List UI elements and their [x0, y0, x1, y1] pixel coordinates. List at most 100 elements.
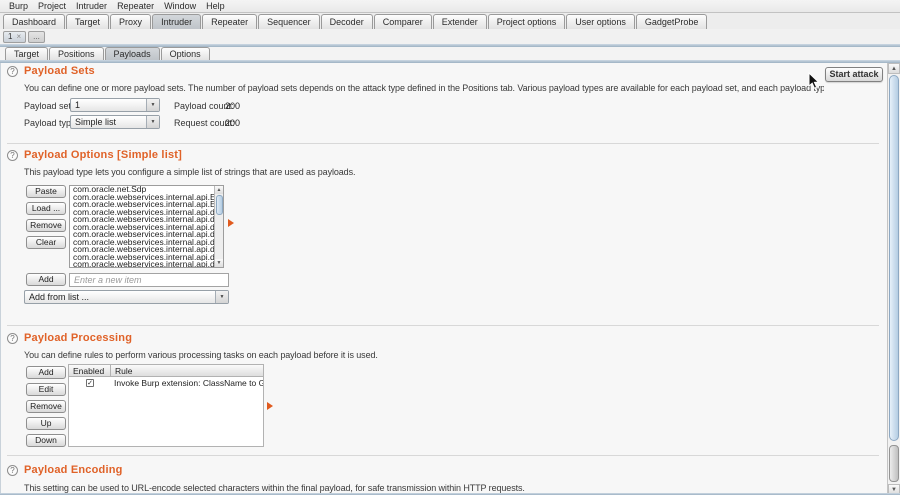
- payload-options-description: This payload type lets you configure a s…: [24, 167, 355, 177]
- list-item[interactable]: com.oracle.webservices.internal.api.data…: [70, 231, 214, 239]
- list-item[interactable]: com.oracle.webservices.internal.api.data…: [70, 209, 214, 217]
- section-divider: [7, 455, 879, 456]
- attack-tab-more-label: ...: [33, 32, 40, 41]
- tab-intruder-target[interactable]: Target: [5, 47, 48, 60]
- column-rule[interactable]: Rule: [111, 365, 132, 376]
- payload-set-select[interactable]: 1 ▼: [70, 98, 160, 112]
- attack-tab-1[interactable]: 1 ×: [3, 31, 26, 43]
- payload-sets-description: You can define one or more payload sets.…: [24, 83, 824, 93]
- tab-intruder-payloads[interactable]: Payloads: [105, 47, 160, 60]
- attack-tab-label: 1: [8, 32, 12, 41]
- mouse-cursor-icon: [808, 72, 820, 90]
- rule-remove-button[interactable]: Remove: [26, 400, 66, 413]
- modified-indicator-icon: [228, 219, 234, 227]
- rule-up-button[interactable]: Up: [26, 417, 66, 430]
- tab-gadgetprobe[interactable]: GadgetProbe: [636, 14, 708, 29]
- menu-repeater[interactable]: Repeater: [112, 1, 159, 11]
- rule-down-button[interactable]: Down: [26, 434, 66, 447]
- menu-bar: Burp Project Intruder Repeater Window He…: [0, 0, 900, 13]
- help-icon[interactable]: ?: [7, 465, 18, 476]
- add-item-button[interactable]: Add: [26, 273, 66, 286]
- new-item-input[interactable]: [69, 273, 229, 287]
- payload-set-label: Payload set:: [24, 101, 74, 111]
- menu-help[interactable]: Help: [201, 1, 230, 11]
- payload-encoding-description: This setting can be used to URL-encode s…: [24, 483, 525, 493]
- payload-count-value: 200: [225, 101, 240, 111]
- enabled-checkbox[interactable]: ✓: [86, 379, 94, 387]
- payload-processing-description: You can define rules to perform various …: [24, 350, 378, 360]
- tab-intruder-options[interactable]: Options: [161, 47, 210, 60]
- list-item[interactable]: com.oracle.webservices.internal.api.data…: [70, 224, 214, 232]
- menu-intruder[interactable]: Intruder: [71, 1, 112, 11]
- tab-repeater[interactable]: Repeater: [202, 14, 257, 29]
- burp-window: Burp Project Intruder Repeater Window He…: [0, 0, 900, 495]
- payload-sets-title: Payload Sets: [24, 65, 95, 77]
- help-icon[interactable]: ?: [7, 66, 18, 77]
- attack-tab-bar: 1 × ...: [0, 29, 900, 44]
- menu-burp[interactable]: Burp: [4, 1, 33, 11]
- rule-add-button[interactable]: Add: [26, 366, 66, 379]
- table-header: Enabled Rule: [69, 365, 263, 377]
- scrollbar-thumb[interactable]: [216, 195, 223, 215]
- add-from-list-select[interactable]: Add from list ... ▼: [24, 290, 229, 304]
- payload-list[interactable]: com.oracle.net.Sdp com.oracle.webservice…: [69, 185, 224, 268]
- load-button[interactable]: Load ...: [26, 202, 66, 215]
- section-divider: [7, 325, 879, 326]
- list-scrollbar[interactable]: ▲ ▼: [214, 186, 223, 267]
- scrollbar-thumb[interactable]: [889, 75, 899, 441]
- intruder-tab-bar: Target Positions Payloads Options: [0, 47, 900, 60]
- add-from-list-value: Add from list ...: [25, 292, 215, 302]
- tab-project-options[interactable]: Project options: [488, 14, 566, 29]
- table-row[interactable]: ✓ Invoke Burp extension: ClassName to Ga…: [69, 377, 263, 389]
- modified-indicator-icon: [267, 402, 273, 410]
- list-item[interactable]: com.oracle.net.Sdp: [70, 186, 214, 194]
- close-icon[interactable]: ×: [16, 32, 21, 41]
- chevron-down-icon[interactable]: ▼: [146, 99, 159, 111]
- tab-extender[interactable]: Extender: [433, 14, 487, 29]
- list-item[interactable]: com.oracle.webservices.internal.api.data…: [70, 239, 214, 247]
- list-item[interactable]: com.oracle.webservices.internal.api.data…: [70, 254, 214, 262]
- payload-options-title: Payload Options [Simple list]: [24, 149, 182, 161]
- tab-intruder-positions[interactable]: Positions: [49, 47, 104, 60]
- tab-user-options[interactable]: User options: [566, 14, 635, 29]
- payload-encoding-title: Payload Encoding: [24, 464, 123, 476]
- list-item[interactable]: com.oracle.webservices.internal.api.Enve…: [70, 201, 214, 209]
- scroll-down-icon[interactable]: ▼: [215, 259, 223, 267]
- payloads-panel: ? Payload Sets Start attack You can defi…: [0, 63, 900, 495]
- tab-comparer[interactable]: Comparer: [374, 14, 432, 29]
- list-item[interactable]: com.oracle.webservices.internal.api.Enve…: [70, 194, 214, 202]
- rule-edit-button[interactable]: Edit: [26, 383, 66, 396]
- list-item[interactable]: com.oracle.webservices.internal.api.data…: [70, 246, 214, 254]
- payload-type-select[interactable]: Simple list ▼: [70, 115, 160, 129]
- request-count-value: 200: [225, 118, 240, 128]
- payload-type-value: Simple list: [71, 117, 146, 127]
- tab-intruder[interactable]: Intruder: [152, 14, 201, 29]
- scrollbar-track-segment[interactable]: [889, 445, 899, 482]
- remove-button[interactable]: Remove: [26, 219, 66, 232]
- tab-target[interactable]: Target: [66, 14, 109, 29]
- attack-tab-more[interactable]: ...: [28, 31, 45, 43]
- column-enabled[interactable]: Enabled: [69, 365, 111, 376]
- chevron-down-icon[interactable]: ▼: [215, 291, 228, 303]
- help-icon[interactable]: ?: [7, 333, 18, 344]
- payload-set-value: 1: [71, 100, 146, 110]
- tab-sequencer[interactable]: Sequencer: [258, 14, 320, 29]
- processing-rules-table[interactable]: Enabled Rule ✓ Invoke Burp extension: Cl…: [68, 364, 264, 447]
- start-attack-button[interactable]: Start attack: [825, 67, 883, 82]
- scroll-up-icon[interactable]: ▲: [215, 186, 223, 194]
- main-tab-bar: Dashboard Target Proxy Intruder Repeater…: [0, 13, 900, 29]
- tab-decoder[interactable]: Decoder: [321, 14, 373, 29]
- scroll-up-icon[interactable]: ▲: [888, 63, 900, 74]
- help-icon[interactable]: ?: [7, 150, 18, 161]
- paste-button[interactable]: Paste: [26, 185, 66, 198]
- tab-dashboard[interactable]: Dashboard: [3, 14, 65, 29]
- main-scrollbar[interactable]: ▲ ▼: [887, 63, 900, 495]
- list-item[interactable]: com.oracle.webservices.internal.api.data…: [70, 216, 214, 224]
- menu-window[interactable]: Window: [159, 1, 201, 11]
- chevron-down-icon[interactable]: ▼: [146, 116, 159, 128]
- payload-processing-title: Payload Processing: [24, 332, 132, 344]
- tab-proxy[interactable]: Proxy: [110, 14, 151, 29]
- clear-button[interactable]: Clear: [26, 236, 66, 249]
- menu-project[interactable]: Project: [33, 1, 71, 11]
- list-item[interactable]: com.oracle.webservices.internal.api.data…: [70, 261, 214, 267]
